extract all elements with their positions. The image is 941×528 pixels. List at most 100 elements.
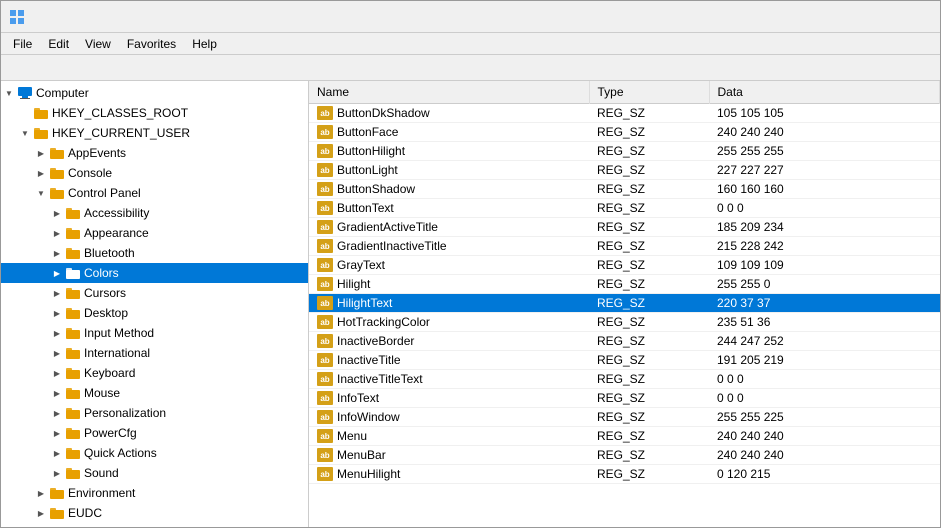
- table-row[interactable]: abButtonLightREG_SZ227 227 227: [309, 161, 940, 180]
- expander-cursors[interactable]: ▶: [49, 283, 65, 303]
- expander-keyboard[interactable]: ▶: [49, 363, 65, 383]
- expander-input_method[interactable]: ▶: [49, 323, 65, 343]
- table-row[interactable]: abInfoTextREG_SZ0 0 0: [309, 389, 940, 408]
- tree-node-colors[interactable]: ▶ Colors: [1, 263, 308, 283]
- menu-item-menu-edit[interactable]: Edit: [40, 35, 77, 53]
- expander-appevents[interactable]: ▶: [33, 143, 49, 163]
- expander-bluetooth[interactable]: ▶: [49, 243, 65, 263]
- tree-node-desktop[interactable]: ▶ Desktop: [1, 303, 308, 323]
- tree-node-bluetooth[interactable]: ▶ Bluetooth: [1, 243, 308, 263]
- tree-panel[interactable]: ▼ Computer HKEY_CLASSES_ROOT▼ HKEY_CURRE…: [1, 81, 309, 527]
- expander-personalization[interactable]: ▶: [49, 403, 65, 423]
- main-content: ▼ Computer HKEY_CLASSES_ROOT▼ HKEY_CURRE…: [1, 81, 940, 527]
- reg-data: 255 255 225: [709, 408, 940, 427]
- reg-type-icon: ab: [317, 277, 333, 291]
- tree-node-accessibility[interactable]: ▶ Accessibility: [1, 203, 308, 223]
- expander-appearance[interactable]: ▶: [49, 223, 65, 243]
- tree-node-eudc[interactable]: ▶ EUDC: [1, 503, 308, 523]
- expander-accessibility[interactable]: ▶: [49, 203, 65, 223]
- expander-console[interactable]: ▶: [33, 163, 49, 183]
- tree-node-keyboard[interactable]: ▶ Keyboard: [1, 363, 308, 383]
- tree-node-keyboard_layout[interactable]: ▶ Keyboard Layout: [1, 523, 308, 527]
- table-row[interactable]: abHilightREG_SZ255 255 0: [309, 275, 940, 294]
- reg-type-icon: ab: [317, 448, 333, 462]
- table-row[interactable]: abButtonFaceREG_SZ240 240 240: [309, 123, 940, 142]
- table-row[interactable]: abButtonShadowREG_SZ160 160 160: [309, 180, 940, 199]
- reg-data: 220 37 37: [709, 294, 940, 313]
- tree-label-appevents: AppEvents: [68, 146, 126, 160]
- table-row[interactable]: abButtonDkShadowREG_SZ105 105 105: [309, 104, 940, 123]
- tree-node-control_panel[interactable]: ▼ Control Panel: [1, 183, 308, 203]
- folder-icon-input_method: [65, 325, 81, 341]
- tree-node-appevents[interactable]: ▶ AppEvents: [1, 143, 308, 163]
- reg-name-cell: abButtonDkShadow: [309, 104, 589, 123]
- reg-data: 105 105 105: [709, 104, 940, 123]
- menu-item-menu-favorites[interactable]: Favorites: [119, 35, 184, 53]
- table-row[interactable]: abInactiveTitleTextREG_SZ0 0 0: [309, 370, 940, 389]
- folder-icon-powercfg: [65, 425, 81, 441]
- minimize-button[interactable]: [790, 1, 836, 33]
- table-row[interactable]: abGrayTextREG_SZ109 109 109: [309, 256, 940, 275]
- close-button[interactable]: [886, 1, 932, 33]
- expander-hkey_current_user[interactable]: ▼: [17, 123, 33, 143]
- tree-node-computer[interactable]: ▼ Computer: [1, 83, 308, 103]
- tree-node-personalization[interactable]: ▶ Personalization: [1, 403, 308, 423]
- tree-node-mouse[interactable]: ▶ Mouse: [1, 383, 308, 403]
- tree-node-powercfg[interactable]: ▶ PowerCfg: [1, 423, 308, 443]
- tree-node-hkey_classes_root[interactable]: HKEY_CLASSES_ROOT: [1, 103, 308, 123]
- expander-computer[interactable]: ▼: [1, 83, 17, 103]
- table-row[interactable]: abMenuREG_SZ240 240 240: [309, 427, 940, 446]
- table-row[interactable]: abInactiveBorderREG_SZ244 247 252: [309, 332, 940, 351]
- menu-item-menu-view[interactable]: View: [77, 35, 119, 53]
- registry-panel[interactable]: Name Type Data abButtonDkShadowREG_SZ105…: [309, 81, 940, 527]
- expander-hkey_classes_root[interactable]: [17, 103, 33, 123]
- expander-control_panel[interactable]: ▼: [33, 183, 49, 203]
- tree-node-environment[interactable]: ▶ Environment: [1, 483, 308, 503]
- reg-data: 240 240 240: [709, 123, 940, 142]
- maximize-button[interactable]: [838, 1, 884, 33]
- expander-keyboard_layout[interactable]: ▶: [33, 523, 49, 527]
- reg-name: HotTrackingColor: [337, 315, 430, 329]
- tree-node-hkey_current_user[interactable]: ▼ HKEY_CURRENT_USER: [1, 123, 308, 143]
- expander-quick_actions[interactable]: ▶: [49, 443, 65, 463]
- table-row[interactable]: abButtonHilightREG_SZ255 255 255: [309, 142, 940, 161]
- expander-sound[interactable]: ▶: [49, 463, 65, 483]
- tree-node-input_method[interactable]: ▶ Input Method: [1, 323, 308, 343]
- table-row[interactable]: abInfoWindowREG_SZ255 255 225: [309, 408, 940, 427]
- reg-type-icon: ab: [317, 353, 333, 367]
- expander-international[interactable]: ▶: [49, 343, 65, 363]
- table-row[interactable]: abGradientInactiveTitleREG_SZ215 228 242: [309, 237, 940, 256]
- tree-node-cursors[interactable]: ▶ Cursors: [1, 283, 308, 303]
- menu-item-menu-help[interactable]: Help: [184, 35, 225, 53]
- table-row[interactable]: abInactiveTitleREG_SZ191 205 219: [309, 351, 940, 370]
- tree-node-quick_actions[interactable]: ▶ Quick Actions: [1, 443, 308, 463]
- table-row[interactable]: abHilightTextREG_SZ220 37 37: [309, 294, 940, 313]
- folder-icon-desktop: [65, 305, 81, 321]
- tree-node-sound[interactable]: ▶ Sound: [1, 463, 308, 483]
- table-row[interactable]: abHotTrackingColorREG_SZ235 51 36: [309, 313, 940, 332]
- table-row[interactable]: abMenuBarREG_SZ240 240 240: [309, 446, 940, 465]
- tree-node-appearance[interactable]: ▶ Appearance: [1, 223, 308, 243]
- expander-desktop[interactable]: ▶: [49, 303, 65, 323]
- reg-type: REG_SZ: [589, 313, 709, 332]
- table-row[interactable]: abMenuHilightREG_SZ0 120 215: [309, 465, 940, 484]
- folder-icon-environment: [49, 485, 65, 501]
- expander-eudc[interactable]: ▶: [33, 503, 49, 523]
- expander-powercfg[interactable]: ▶: [49, 423, 65, 443]
- expander-mouse[interactable]: ▶: [49, 383, 65, 403]
- reg-type-icon: ab: [317, 315, 333, 329]
- menu-item-menu-file[interactable]: File: [5, 35, 40, 53]
- reg-name: ButtonText: [337, 201, 394, 215]
- tree-node-international[interactable]: ▶ International: [1, 343, 308, 363]
- expander-colors[interactable]: ▶: [49, 263, 65, 283]
- reg-name: HilightText: [337, 296, 392, 310]
- reg-type: REG_SZ: [589, 294, 709, 313]
- table-row[interactable]: abGradientActiveTitleREG_SZ185 209 234: [309, 218, 940, 237]
- folder-icon-appearance: [65, 225, 81, 241]
- col-data: Data: [709, 81, 940, 104]
- expander-environment[interactable]: ▶: [33, 483, 49, 503]
- menu-bar: FileEditViewFavoritesHelp: [1, 33, 940, 55]
- table-row[interactable]: abButtonTextREG_SZ0 0 0: [309, 199, 940, 218]
- folder-icon-appevents: [49, 145, 65, 161]
- tree-node-console[interactable]: ▶ Console: [1, 163, 308, 183]
